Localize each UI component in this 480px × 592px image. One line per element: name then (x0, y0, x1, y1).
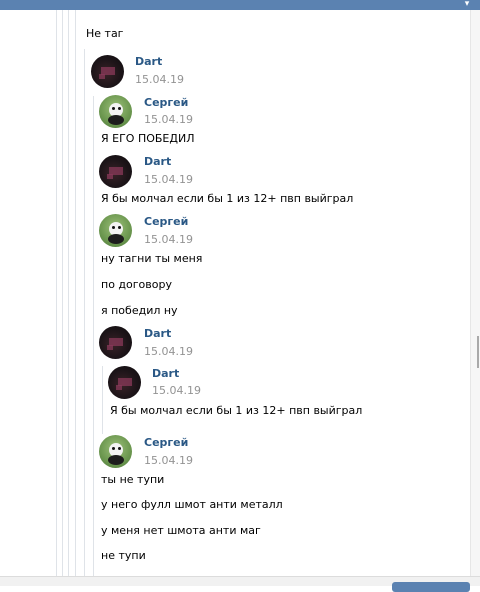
message-text: не тупи (101, 549, 146, 562)
message-text: ты не тупи (101, 473, 165, 486)
avatar[interactable] (99, 95, 132, 128)
message-date[interactable]: 15.04.19 (144, 233, 193, 246)
thread-indent-line (56, 10, 57, 576)
thread-indent-line (93, 96, 94, 576)
message-text: у меня нет шмота анти маг (101, 524, 261, 537)
avatar[interactable] (99, 214, 132, 247)
thread-indent-line (102, 366, 103, 434)
avatar[interactable] (99, 326, 132, 359)
send-button[interactable] (392, 582, 470, 592)
message-text: я победил ну (101, 304, 178, 317)
chevron-down-icon[interactable]: ▾ (462, 0, 472, 10)
author-name[interactable]: Сергей (144, 215, 188, 228)
message-date[interactable]: 15.04.19 (144, 173, 193, 186)
message-text: Я бы молчал если бы 1 из 12+ пвп выйграл (101, 192, 354, 205)
author-name[interactable]: Dart (135, 55, 162, 68)
message-date[interactable]: 15.04.19 (152, 384, 201, 397)
author-name[interactable]: Dart (144, 327, 171, 340)
thread-indent-line (62, 10, 63, 576)
author-name[interactable]: Dart (152, 367, 179, 380)
message-text: Я ЕГО ПОБЕДИЛ (101, 132, 195, 145)
avatar[interactable] (91, 55, 124, 88)
message-text: ну тагни ты меня (101, 252, 203, 265)
scrollbar-track[interactable] (470, 10, 480, 576)
message-text: Я бы молчал если бы 1 из 12+ пвп выйграл (110, 404, 363, 417)
thread-indent-line (68, 10, 69, 576)
window-top-bar: ▾ (0, 0, 480, 10)
thread-indent-line (84, 49, 85, 576)
author-name[interactable]: Сергей (144, 96, 188, 109)
message-date[interactable]: 15.04.19 (144, 113, 193, 126)
message-date[interactable]: 15.04.19 (144, 454, 193, 467)
message-date[interactable]: 15.04.19 (135, 73, 184, 86)
message-text: Не таг (86, 27, 124, 40)
message-text: по договору (101, 278, 172, 291)
thread-indent-line (75, 10, 76, 576)
author-name[interactable]: Dart (144, 155, 171, 168)
author-name[interactable]: Сергей (144, 436, 188, 449)
avatar[interactable] (108, 366, 141, 399)
message-thread (0, 10, 470, 576)
message-date[interactable]: 15.04.19 (144, 345, 193, 358)
avatar[interactable] (99, 155, 132, 188)
message-text: у него фулл шмот анти металл (101, 498, 283, 511)
avatar[interactable] (99, 435, 132, 468)
scrollbar-thumb[interactable] (477, 336, 479, 368)
